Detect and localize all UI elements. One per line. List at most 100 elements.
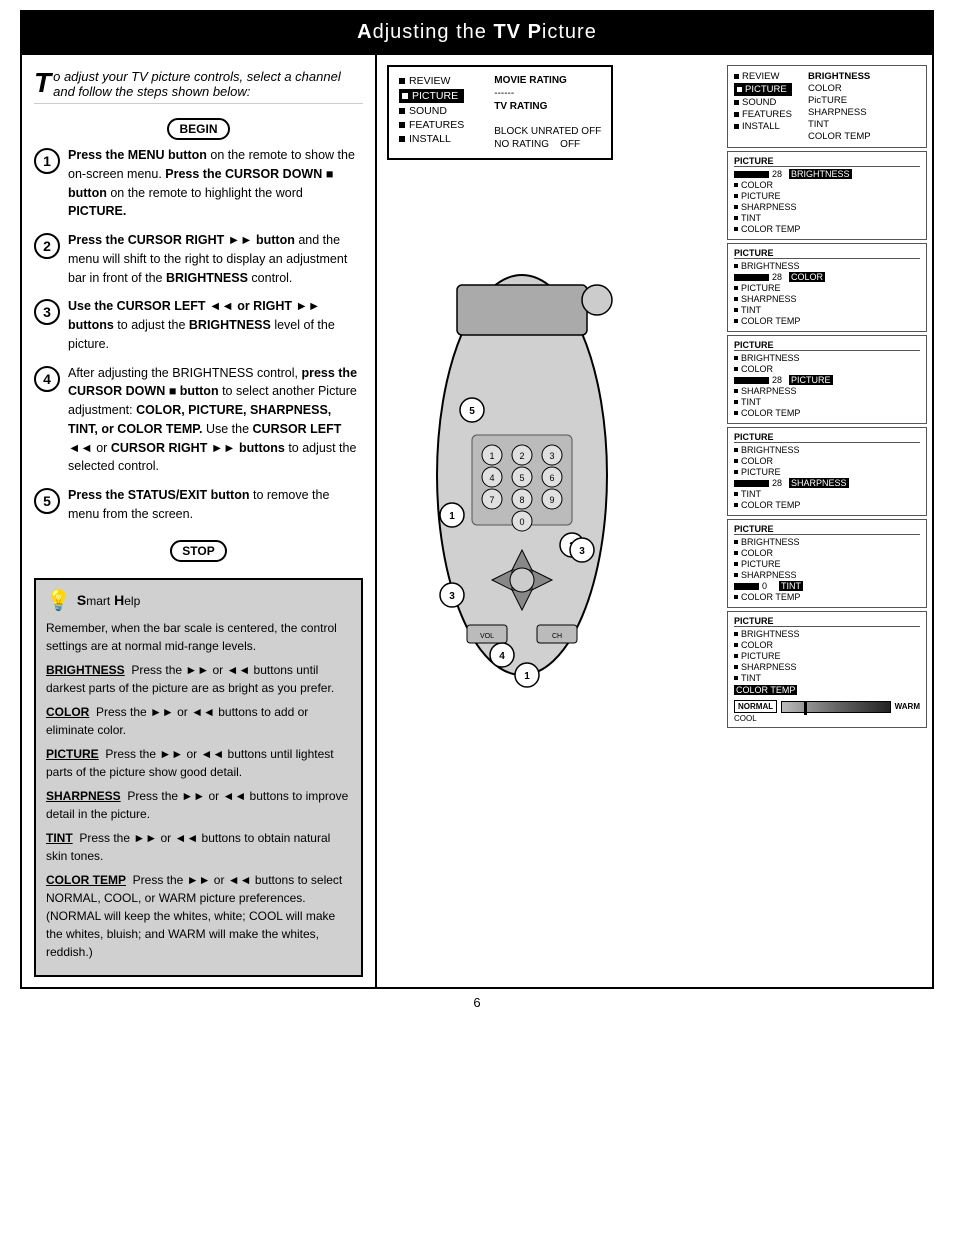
first-menu-row: REVIEW PICTURE SOUND FEATURES	[399, 73, 601, 152]
cp4-dot-ct	[734, 503, 738, 507]
cp1-title: PICTURE	[734, 156, 920, 167]
cp4-pic-label: PICTURE	[741, 467, 781, 477]
menu-item-picture-active: PICTURE	[399, 89, 464, 103]
cascade-panel-6: PICTURE BRIGHTNESS COLOR PICTURE SHARPNE…	[727, 611, 927, 728]
cp4-bar	[734, 480, 769, 487]
cp3-c-label: COLOR	[741, 364, 773, 374]
menu-picture-label: PICTURE	[412, 90, 458, 102]
cp3-title: PICTURE	[734, 340, 920, 351]
cp4-sharpness-row: 28 SHARPNESS	[734, 478, 920, 488]
ct-gradient-bar	[781, 701, 891, 713]
cp4-title: PICTURE	[734, 432, 920, 443]
sh-color: COLOR Press the ►► or ◄◄ buttons to add …	[46, 703, 351, 739]
right-dashes: ------	[494, 88, 601, 99]
intro-text: T o adjust your TV picture controls, sel…	[34, 65, 363, 104]
cp2-brightness-row: BRIGHTNESS	[734, 261, 920, 271]
sh-sharpness: SHARPNESS Press the ►► or ◄◄ buttons to …	[46, 787, 351, 823]
right-block-unrated: BLOCK UNRATED OFF	[494, 126, 601, 137]
cp6-dot-pic	[734, 654, 738, 658]
dot1	[734, 74, 739, 79]
cp2-tint-label: TINT	[741, 305, 761, 315]
svg-text:1: 1	[489, 451, 494, 461]
cp5-dot-ct	[734, 595, 738, 599]
ct-normal-col: NORMAL	[734, 700, 777, 713]
cp1-dot-ct	[734, 227, 738, 231]
cp4-dot-b	[734, 448, 738, 452]
step-2: 2 Press the CURSOR RIGHT ►► button and t…	[34, 231, 363, 287]
ct-labels-row: NORMAL WARM	[734, 700, 920, 713]
cp4-dot-tint	[734, 492, 738, 496]
sh-colortemp-label: COLOR TEMP	[46, 873, 126, 887]
cp5-dot-b	[734, 540, 738, 544]
cp6-dot-c	[734, 643, 738, 647]
cp4-ct-label: COLOR TEMP	[741, 500, 800, 510]
cp4-pic-row: PICTURE	[734, 467, 920, 477]
cascade-menus-container: REVIEW PICTURE SOUND FEATURES INSTALL	[727, 65, 927, 731]
svg-text:1: 1	[449, 511, 455, 522]
cp4-tint-row: TINT	[734, 489, 920, 499]
sh-brightness: BRIGHTNESS Press the ►► or ◄◄ buttons un…	[46, 661, 351, 697]
stop-badge: STOP	[170, 540, 226, 562]
menu-item-install: INSTALL	[399, 133, 464, 145]
cp2-brightness-label: BRIGHTNESS	[741, 261, 800, 271]
drop-cap: T	[34, 69, 51, 97]
sh-picture: PICTURE Press the ►► or ◄◄ buttons until…	[46, 745, 351, 781]
svg-text:1: 1	[524, 671, 530, 682]
step-num-3: 3	[34, 299, 60, 325]
menu-sound-label: SOUND	[409, 105, 447, 117]
smart-help-body: Remember, when the bar scale is centered…	[46, 619, 351, 961]
cp6-dot-tint	[734, 676, 738, 680]
cp6-tint-label: TINT	[741, 673, 761, 683]
cp2-title: PICTURE	[734, 248, 920, 259]
cp6-ct-label: COLOR TEMP	[734, 685, 797, 695]
cp1-color-label: COLOR	[741, 180, 773, 190]
cp2-color-row: 28 COLOR	[734, 272, 920, 282]
dot3	[734, 100, 739, 105]
svg-text:6: 6	[549, 473, 554, 483]
mp-features: FEATURES	[734, 109, 792, 120]
cp6-c-row: COLOR	[734, 640, 920, 650]
remote-control-area: 1 2 3 4 5 6 7 8 9 0	[397, 255, 647, 698]
cp5-ct-label: COLOR TEMP	[741, 592, 800, 602]
menu-item-sound: SOUND	[399, 105, 464, 117]
cp5-b-row: BRIGHTNESS	[734, 537, 920, 547]
cascade-panel-1: PICTURE 28 BRIGHTNESS COLOR PICTURE SHAR…	[727, 151, 927, 240]
cp2-dot-ct	[734, 319, 738, 323]
cp5-tint-label: TINT	[779, 581, 803, 591]
cascade-panel-5: PICTURE BRIGHTNESS COLOR PICTURE SHARPNE…	[727, 519, 927, 608]
ct-bottom-labels: COOL	[734, 714, 920, 723]
cp5-b-label: BRIGHTNESS	[741, 537, 800, 547]
page-header: Adjusting the TV Picture	[20, 10, 934, 55]
cp5-c-label: COLOR	[741, 548, 773, 558]
mp-review: REVIEW	[734, 71, 792, 82]
cp4-sharpness-label: SHARPNESS	[789, 478, 849, 488]
dot-sound	[399, 108, 405, 114]
cp2-ct-label: COLOR TEMP	[741, 316, 800, 326]
cp4-tint-label: TINT	[741, 489, 761, 499]
cascade-panel-2: PICTURE BRIGHTNESS 28 COLOR PICTURE SHAR…	[727, 243, 927, 332]
cp3-ct-row: COLOR TEMP	[734, 408, 920, 418]
cp5-dot-c	[734, 551, 738, 555]
cp6-sh-label: SHARPNESS	[741, 662, 797, 672]
cp3-tint-label: TINT	[741, 397, 761, 407]
cp1-tint-label: TINT	[741, 213, 761, 223]
step-1: 1 Press the MENU button on the remote to…	[34, 146, 363, 221]
ct-warm-label: WARM	[895, 702, 920, 711]
cp6-pic-label: PICTURE	[741, 651, 781, 661]
menu-features-label: FEATURES	[409, 119, 464, 131]
cp3-sh-label: SHARPNESS	[741, 386, 797, 396]
cp1-ct-label: COLOR TEMP	[741, 224, 800, 234]
cp4-ct-row: COLOR TEMP	[734, 500, 920, 510]
cp4-b-label: BRIGHTNESS	[741, 445, 800, 455]
sh-brightness-label: BRIGHTNESS	[46, 663, 125, 677]
cp3-dot-b	[734, 356, 738, 360]
menu-item-review: REVIEW	[399, 75, 464, 87]
cp6-pic-row: PICTURE	[734, 651, 920, 661]
svg-text:3: 3	[549, 451, 554, 461]
cp6-tint-row: TINT	[734, 673, 920, 683]
spacer1	[494, 114, 601, 124]
sub-sharpness: SHARPNESS	[808, 107, 871, 118]
cp4-val: 28	[772, 478, 786, 488]
sub-brightness: BRIGHTNESS	[808, 71, 871, 82]
header-title: Adjusting the TV Picture	[357, 21, 597, 43]
